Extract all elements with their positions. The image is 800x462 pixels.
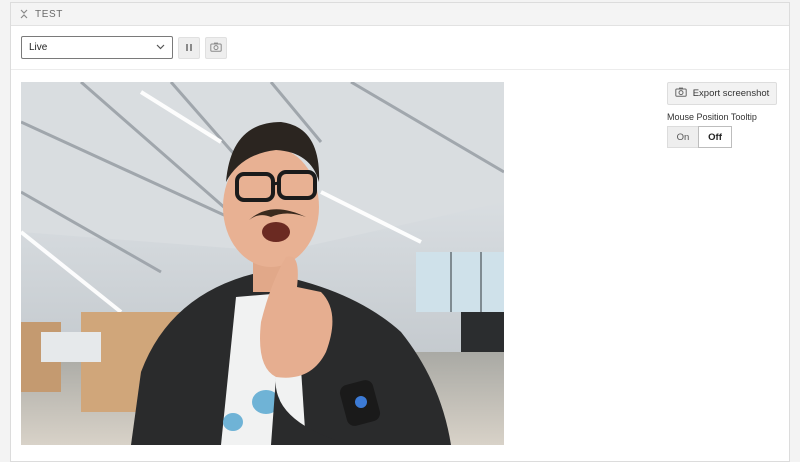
toggle-on-button[interactable]: On: [667, 126, 698, 148]
pause-icon: [185, 39, 193, 57]
snapshot-button[interactable]: [205, 36, 227, 59]
panel-header[interactable]: TEST: [11, 3, 789, 26]
collapse-icon[interactable]: [19, 8, 29, 20]
source-select-value: Live: [29, 42, 48, 53]
test-panel: TEST Live Export screenshot Mouse Positi…: [10, 2, 790, 462]
mouse-tooltip-label: Mouse Position Tooltip: [667, 112, 757, 122]
chevron-down-icon: [156, 42, 165, 53]
video-feed[interactable]: [21, 82, 504, 445]
side-controls: Export screenshot Mouse Position Tooltip…: [667, 82, 779, 148]
webcam-frame: [21, 82, 504, 445]
panel-title: TEST: [35, 8, 63, 20]
source-select[interactable]: Live: [21, 36, 173, 59]
export-screenshot-button[interactable]: Export screenshot: [667, 82, 777, 105]
mouse-tooltip-toggle: On Off: [667, 126, 779, 148]
toolbar: Live: [11, 26, 789, 70]
export-screenshot-label: Export screenshot: [692, 88, 770, 99]
camera-icon: [675, 87, 693, 100]
toggle-off-button[interactable]: Off: [698, 126, 732, 148]
camera-icon: [210, 39, 222, 57]
pause-button[interactable]: [178, 36, 200, 59]
